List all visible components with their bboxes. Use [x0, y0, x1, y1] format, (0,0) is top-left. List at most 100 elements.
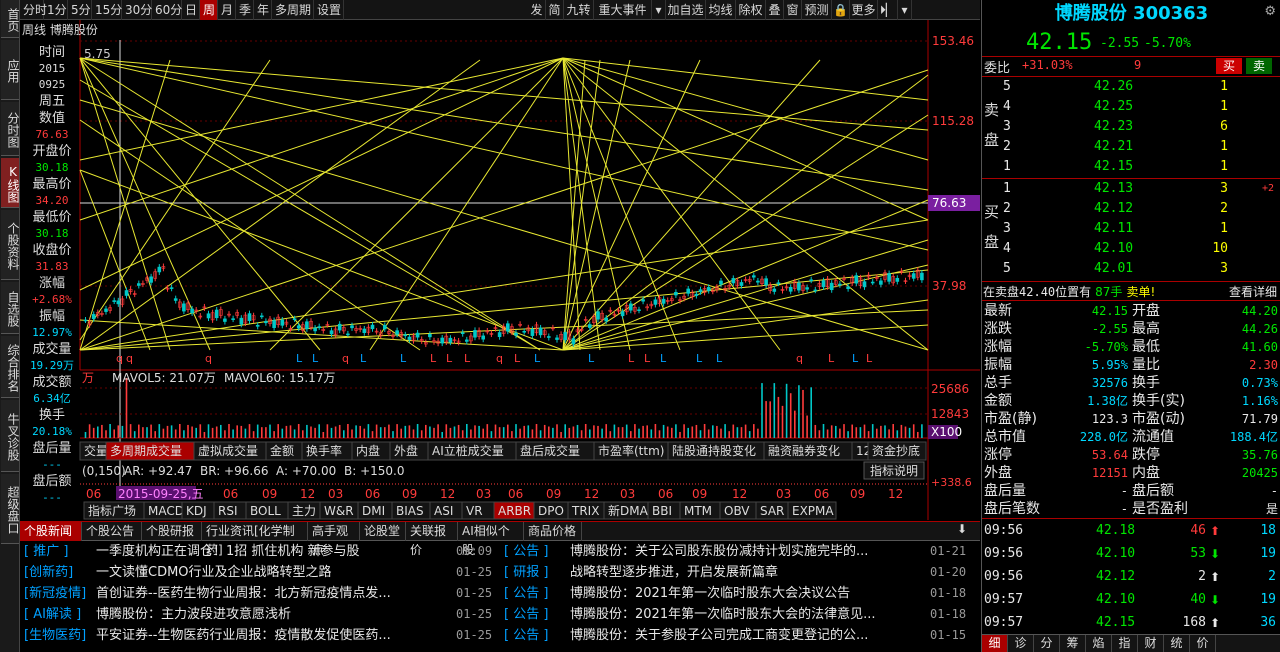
toolbar-action-11[interactable]: 🔒 — [832, 0, 850, 20]
news-title[interactable]: 平安证券--生物医药行业周报：疫情散发促使医药... — [96, 625, 452, 646]
stat-value-2: 0.73% — [1241, 376, 1278, 390]
toolbar-action-12[interactable]: 更多 — [850, 0, 878, 20]
toolbar-action-10[interactable]: 预测 — [802, 0, 832, 20]
period-1[interactable]: 1分 — [44, 0, 68, 20]
news-title[interactable]: 一文读懂CDMO行业及企业战略转型之路 — [96, 562, 452, 583]
news-title[interactable]: 博腾股份：主力波段进攻意愿浅析 — [96, 604, 452, 625]
toolbar-action-3[interactable]: 重大事件 — [594, 0, 652, 20]
bids-price: 42.11 — [1094, 221, 1134, 236]
news-title[interactable]: 博腾股份：关于公司股东股份减持计划实施完毕的... — [570, 541, 922, 562]
stat-label-2: 盘后额 — [1132, 483, 1174, 499]
bids-level-1[interactable]: 1 42.13 3 +2 — [982, 179, 1280, 198]
bids-level-4[interactable]: 4 42.10 10 — [982, 239, 1280, 258]
nav-6[interactable]: 综合排名 — [1, 336, 20, 398]
kline-chart[interactable]: 153.46 115.28 76.63 37.98 5.75 q q q L Lq L L L L Lq L L… — [20, 20, 980, 520]
toolbar-action-7[interactable]: 除权 — [736, 0, 766, 20]
news-tab-8[interactable]: 商品价格 — [524, 522, 582, 541]
period-10[interactable]: 年 — [254, 0, 272, 20]
panel-tab-7[interactable]: 统 — [1164, 635, 1190, 652]
nav-5[interactable]: 自选股 — [1, 282, 20, 334]
news-tab-1[interactable]: 个股公告 — [82, 522, 142, 541]
period-9[interactable]: 季 — [236, 0, 254, 20]
toolbar-action-13[interactable]: ⏵▏ — [878, 0, 898, 20]
indicator-tab-2: KDJ — [186, 504, 207, 518]
news-title[interactable]: 博腾股份：2021年第一次临时股东大会决议公告 — [570, 583, 922, 604]
toolbar-action-1[interactable]: 简 — [546, 0, 564, 20]
buy-button[interactable]: 买 — [1216, 58, 1242, 74]
panel-tab-1[interactable]: 诊 — [1008, 635, 1034, 652]
news-item[interactable]: [创新药] 一文读懂CDMO行业及企业战略转型之路 01-25 — [20, 562, 498, 583]
panel-tab-2[interactable]: 分 — [1034, 635, 1060, 652]
news-tab-2[interactable]: 个股研报 — [142, 522, 202, 541]
panel-tab-8[interactable]: 价 — [1190, 635, 1216, 652]
panel-tab-5[interactable]: 指 — [1112, 635, 1138, 652]
period-3[interactable]: 15分 — [92, 0, 122, 20]
toolbar-action-2[interactable]: 九转 — [564, 0, 594, 20]
news-item[interactable]: [ 公告 ] 博腾股份：关于公司股东股份减持计划实施完毕的... 01-21 — [500, 541, 978, 562]
asks-level-2[interactable]: 2 42.21 1 — [982, 137, 1280, 156]
toolbar-action-5[interactable]: 加自选 — [666, 0, 706, 20]
chart-canvas[interactable]: 153.46115.2876.6337.985.75q q q L Lq L L L L Lq L L… — [20, 20, 980, 520]
toolbar-action-14[interactable]: ▾ — [898, 0, 912, 20]
tick-volume: 53 — [1190, 546, 1206, 561]
panel-tab-4[interactable]: 焰 — [1086, 635, 1112, 652]
news-item[interactable]: [ 研报 ] 战略转型逐步推进，开启发展新篇章 01-20 — [500, 562, 978, 583]
news-title[interactable]: 博腾股份：2021年第一次临时股东大会的法律意见... — [570, 604, 922, 625]
news-item[interactable]: [ 公告 ] 博腾股份：2021年第一次临时股东大会的法律意见... 01-18 — [500, 604, 978, 625]
news-title[interactable]: 博腾股份：关于参股子公司完成工商变更登记的公... — [570, 625, 922, 646]
period-12[interactable]: 设置 — [314, 0, 344, 20]
news-tab-5[interactable]: 论股堂 — [360, 522, 406, 541]
nav-4[interactable]: 个股资料 — [1, 210, 20, 280]
period-7[interactable]: 周 — [200, 0, 218, 20]
nav-0[interactable]: 首页 — [1, 0, 20, 38]
panel-tab-3[interactable]: 筹 — [1060, 635, 1086, 652]
period-8[interactable]: 月 — [218, 0, 236, 20]
notice-detail-link[interactable]: 查看详细 — [1229, 283, 1277, 300]
news-item[interactable]: [ AI解读 ] 博腾股份：主力波段进攻意愿浅析 01-25 — [20, 604, 498, 625]
news-item[interactable]: [ 推广 ] 一季度机构正在调仓！1招 抓住机构 新参与股 09:09 — [20, 541, 498, 562]
sell-button[interactable]: 卖 — [1246, 58, 1272, 74]
period-2[interactable]: 5分 — [68, 0, 92, 20]
period-6[interactable]: 日 — [182, 0, 200, 20]
nav-3[interactable]: K线图 — [1, 158, 20, 208]
bids-level-5[interactable]: 5 42.01 3 — [982, 259, 1280, 278]
asks-level-5[interactable]: 5 42.26 1 — [982, 77, 1280, 96]
news-item[interactable]: [ 公告 ] 博腾股份：关于参股子公司完成工商变更登记的公... 01-15 — [500, 625, 978, 646]
news-tab-4[interactable]: 高手观点 — [308, 522, 360, 557]
news-item[interactable]: [ 公告 ] 博腾股份：2021年第一次临时股东大会决议公告 01-18 — [500, 583, 978, 604]
news-item[interactable]: [新冠疫情] 首创证券--医药生物行业周报：北方新冠疫情点发... 01-25 — [20, 583, 498, 604]
bids-level-3[interactable]: 3 42.11 1 — [982, 219, 1280, 238]
news-tab-0[interactable]: 个股新闻 — [20, 522, 82, 541]
toolbar-action-0[interactable]: 发 — [528, 0, 546, 20]
bids-level-num: 4 — [1003, 241, 1011, 256]
toolbar-action-9[interactable]: 窗 — [784, 0, 802, 20]
indicator-tab-0: 指标广场 — [88, 503, 136, 518]
toolbar-action-4[interactable]: ▾ — [652, 0, 666, 20]
news-title[interactable]: 首创证券--医药生物行业周报：北方新冠疫情点发... — [96, 583, 452, 604]
news-tab-7[interactable]: AI相似个股 — [458, 522, 524, 557]
panel-tab-6[interactable]: 财 — [1138, 635, 1164, 652]
nav-8[interactable]: 超级盘口 — [1, 474, 20, 544]
period-4[interactable]: 30分 — [122, 0, 152, 20]
nav-1[interactable]: 应用 — [1, 40, 20, 100]
asks-level-1[interactable]: 1 42.15 1 — [982, 157, 1280, 176]
news-tab-3[interactable]: 行业资讯[化学制药] — [202, 522, 308, 557]
toolbar-action-8[interactable]: 叠 — [766, 0, 784, 20]
bids-level-2[interactable]: 2 42.12 2 — [982, 199, 1280, 218]
nav-2[interactable]: 分时图 — [1, 102, 20, 156]
news-title[interactable]: 一季度机构正在调仓！1招 抓住机构 新参与股 — [96, 541, 452, 562]
news-item[interactable]: [生物医药] 平安证券--生物医药行业周报：疫情散发促使医药... 01-25 — [20, 625, 498, 646]
news-title[interactable]: 战略转型逐步推进，开启发展新篇章 — [570, 562, 922, 583]
news-tab-6[interactable]: 关联报价 — [406, 522, 458, 557]
period-11[interactable]: 多周期 — [272, 0, 314, 20]
asks-level-3[interactable]: 3 42.23 6 — [982, 117, 1280, 136]
gear-icon[interactable]: ⚙ — [1264, 4, 1276, 19]
panel-tab-0[interactable]: 细 — [982, 635, 1008, 652]
asks-level-4[interactable]: 4 42.25 1 — [982, 97, 1280, 116]
download-icon[interactable]: ⬇ — [955, 522, 969, 540]
nav-7[interactable]: 牛叉诊股 — [1, 400, 20, 472]
vol-legend-mavol5: MAVOL5: 21.07万 — [112, 371, 216, 385]
period-5[interactable]: 60分 — [152, 0, 182, 20]
period-0[interactable]: 分时 — [20, 0, 47, 20]
toolbar-action-6[interactable]: 均线 — [706, 0, 736, 20]
